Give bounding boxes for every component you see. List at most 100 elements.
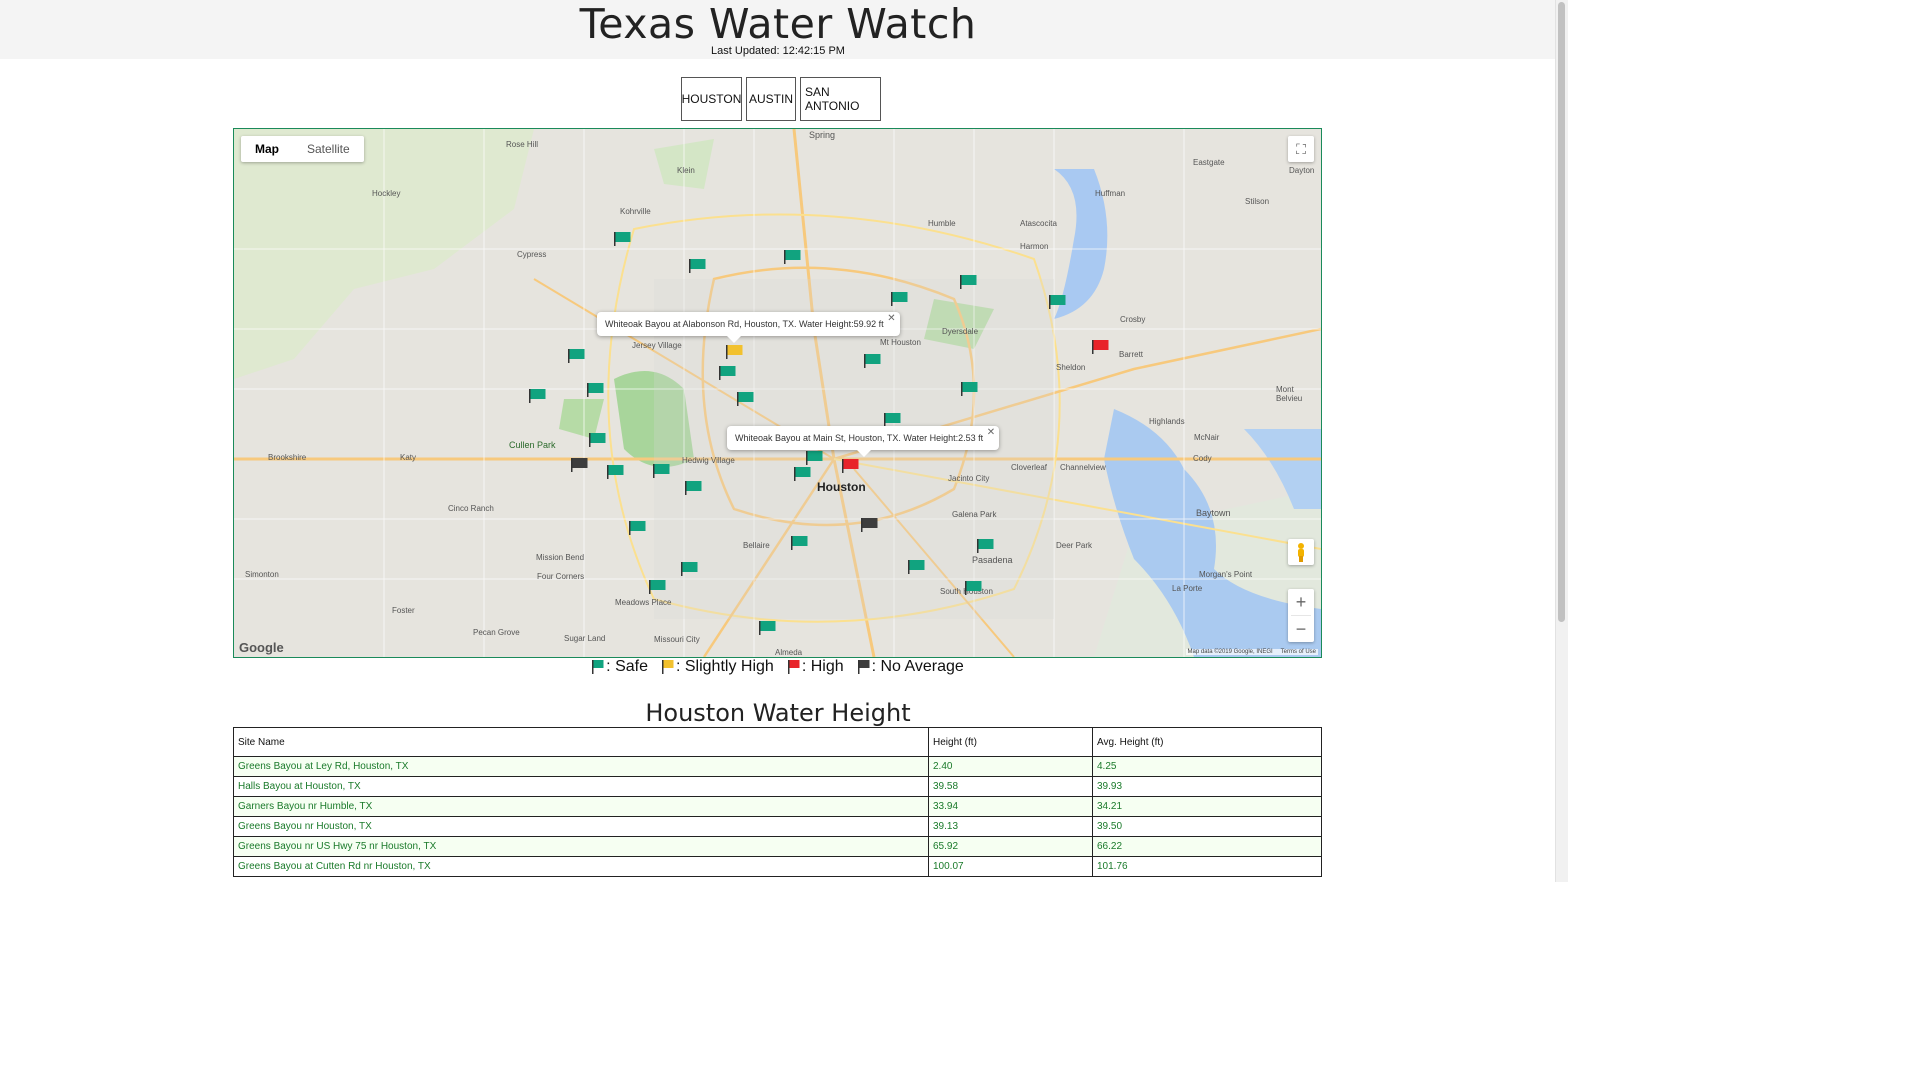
city-selector: HOUSTON AUSTIN SAN ANTONIO bbox=[681, 77, 881, 121]
austin-button[interactable]: AUSTIN bbox=[746, 77, 796, 121]
height-cell: 39.13 bbox=[928, 816, 1093, 837]
site-name-cell: Greens Bayou nr Houston, TX bbox=[233, 816, 929, 837]
scrollbar-thumb[interactable] bbox=[1558, 2, 1565, 622]
flag-safe-icon[interactable] bbox=[653, 464, 670, 478]
flag-safe-icon[interactable] bbox=[806, 451, 823, 465]
flag-safe-icon[interactable] bbox=[759, 621, 776, 635]
flag-safe-icon bbox=[592, 660, 604, 674]
close-icon[interactable]: ✕ bbox=[887, 313, 895, 324]
flag-safe-icon[interactable] bbox=[607, 465, 624, 479]
height-cell: 2.40 bbox=[928, 756, 1093, 777]
fullscreen-icon: ⛶ bbox=[1296, 140, 1306, 157]
map-data-text: Map data ©2019 Google, INEGI bbox=[1187, 649, 1273, 655]
flag-safe-icon[interactable] bbox=[719, 366, 736, 380]
flag-no-average-icon bbox=[857, 660, 870, 674]
flag-safe-icon[interactable] bbox=[1049, 295, 1066, 309]
legend-slightly-high: : Slightly High bbox=[661, 658, 774, 676]
height-cell: 100.07 bbox=[928, 856, 1093, 877]
terms-link[interactable]: Terms of Use bbox=[1281, 649, 1316, 655]
flag-safe-icon[interactable] bbox=[529, 389, 546, 403]
site-name-cell: Garners Bayou nr Humble, TX bbox=[233, 796, 929, 817]
site-name-cell: Halls Bayou at Houston, TX bbox=[233, 776, 929, 797]
map-type-map-button[interactable]: Map bbox=[241, 136, 293, 162]
flag-safe-icon[interactable] bbox=[908, 560, 925, 574]
vertical-scrollbar[interactable] bbox=[1555, 0, 1568, 882]
flag-safe-icon[interactable] bbox=[689, 259, 706, 273]
street-view-button[interactable] bbox=[1288, 539, 1314, 565]
flag-safe-icon[interactable] bbox=[884, 413, 901, 427]
google-logo: Google bbox=[239, 640, 284, 655]
flag-safe-icon[interactable] bbox=[629, 521, 646, 535]
site-name-cell: Greens Bayou nr US Hwy 75 nr Houston, TX bbox=[233, 836, 929, 857]
column-header-height: Height (ft) bbox=[928, 727, 1093, 757]
flag-slightly-high-icon bbox=[661, 660, 674, 674]
table-row: Greens Bayou at Cutten Rd nr Houston, TX… bbox=[233, 856, 1322, 877]
avg-height-cell: 66.22 bbox=[1092, 836, 1322, 857]
table-row: Greens Bayou at Ley Rd, Houston, TX 2.40… bbox=[233, 756, 1322, 777]
column-header-avg-height: Avg. Height (ft) bbox=[1092, 727, 1322, 757]
flag-safe-icon[interactable] bbox=[681, 562, 698, 576]
table-row: Halls Bayou at Houston, TX 39.58 39.93 bbox=[233, 776, 1322, 797]
close-icon[interactable]: ✕ bbox=[987, 427, 995, 438]
avg-height-cell: 39.93 bbox=[1092, 776, 1322, 797]
flag-no-average-icon[interactable] bbox=[571, 458, 588, 472]
header: Texas Water Watch Last Updated: 12:42:15… bbox=[0, 0, 1556, 59]
water-height-table: Site Name Height (ft) Avg. Height (ft) G… bbox=[233, 727, 1322, 877]
flag-safe-icon[interactable] bbox=[791, 536, 808, 550]
san-antonio-button[interactable]: SAN ANTONIO bbox=[800, 77, 881, 121]
pegman-icon bbox=[1298, 543, 1304, 562]
map-type-control: Map Satellite bbox=[241, 136, 364, 162]
flag-safe-icon[interactable] bbox=[784, 250, 801, 264]
info-window-main-st[interactable]: Whiteoak Bayou at Main St, Houston, TX. … bbox=[727, 426, 1000, 457]
last-updated: Last Updated: 12:42:15 PM bbox=[711, 45, 845, 57]
flag-high-icon bbox=[787, 660, 800, 674]
flag-safe-icon[interactable] bbox=[891, 292, 908, 306]
flag-high-icon[interactable] bbox=[1092, 340, 1109, 354]
markers-layer bbox=[529, 232, 1109, 635]
avg-height-cell: 34.21 bbox=[1092, 796, 1322, 817]
site-name-cell: Greens Bayou at Ley Rd, Houston, TX bbox=[233, 756, 929, 777]
fullscreen-button[interactable]: ⛶ bbox=[1288, 136, 1314, 162]
page-title: Texas Water Watch bbox=[579, 0, 977, 48]
flag-safe-icon[interactable] bbox=[864, 354, 881, 368]
zoom-out-button[interactable]: − bbox=[1288, 616, 1314, 642]
map[interactable]: Spring Rose Hill Klein Hockley Kohrville… bbox=[233, 128, 1322, 658]
flag-high-icon[interactable] bbox=[842, 459, 859, 473]
info-window-alabonson[interactable]: Whiteoak Bayou at Alabonson Rd, Houston,… bbox=[597, 312, 900, 343]
flag-safe-icon[interactable] bbox=[685, 481, 702, 495]
flag-safe-icon[interactable] bbox=[977, 539, 994, 553]
zoom-control: + − bbox=[1288, 589, 1314, 642]
houston-button[interactable]: HOUSTON bbox=[681, 77, 742, 121]
zoom-in-button[interactable]: + bbox=[1288, 589, 1314, 615]
flag-safe-icon[interactable] bbox=[649, 580, 666, 594]
column-header-site: Site Name bbox=[233, 727, 929, 757]
legend-label: : High bbox=[801, 658, 844, 675]
info-window-text: Whiteoak Bayou at Alabonson Rd, Houston,… bbox=[605, 319, 884, 329]
height-cell: 39.58 bbox=[928, 776, 1093, 797]
height-cell: 65.92 bbox=[928, 836, 1093, 857]
flag-safe-icon[interactable] bbox=[794, 467, 811, 481]
flag-safe-icon[interactable] bbox=[589, 433, 606, 447]
flag-no-average-icon[interactable] bbox=[861, 518, 878, 532]
site-name-cell: Greens Bayou at Cutten Rd nr Houston, TX bbox=[233, 856, 929, 877]
flag-safe-icon[interactable] bbox=[737, 392, 754, 406]
flag-safe-icon[interactable] bbox=[587, 383, 604, 397]
table-title: Houston Water Height bbox=[645, 699, 911, 727]
flag-safe-icon[interactable] bbox=[568, 349, 585, 363]
avg-height-cell: 39.50 bbox=[1092, 816, 1322, 837]
flag-safe-icon[interactable] bbox=[614, 232, 631, 246]
flag-safe-icon[interactable] bbox=[965, 581, 982, 595]
legend-no-average: : No Average bbox=[857, 658, 964, 676]
legend-label: : Slightly High bbox=[675, 658, 774, 675]
flag-safe-icon[interactable] bbox=[960, 275, 977, 289]
map-type-satellite-button[interactable]: Satellite bbox=[293, 136, 364, 162]
info-window-text: Whiteoak Bayou at Main St, Houston, TX. … bbox=[735, 433, 984, 443]
avg-height-cell: 101.76 bbox=[1092, 856, 1322, 877]
table-row: Greens Bayou nr US Hwy 75 nr Houston, TX… bbox=[233, 836, 1322, 857]
legend: : Safe : Slightly High : High : No Avera… bbox=[0, 658, 1556, 676]
flag-safe-icon[interactable] bbox=[961, 382, 978, 396]
table-row: Greens Bayou nr Houston, TX 39.13 39.50 bbox=[233, 816, 1322, 837]
avg-height-cell: 4.25 bbox=[1092, 756, 1322, 777]
flag-slightly-high-icon[interactable] bbox=[726, 345, 743, 359]
legend-safe: : Safe bbox=[592, 658, 648, 676]
